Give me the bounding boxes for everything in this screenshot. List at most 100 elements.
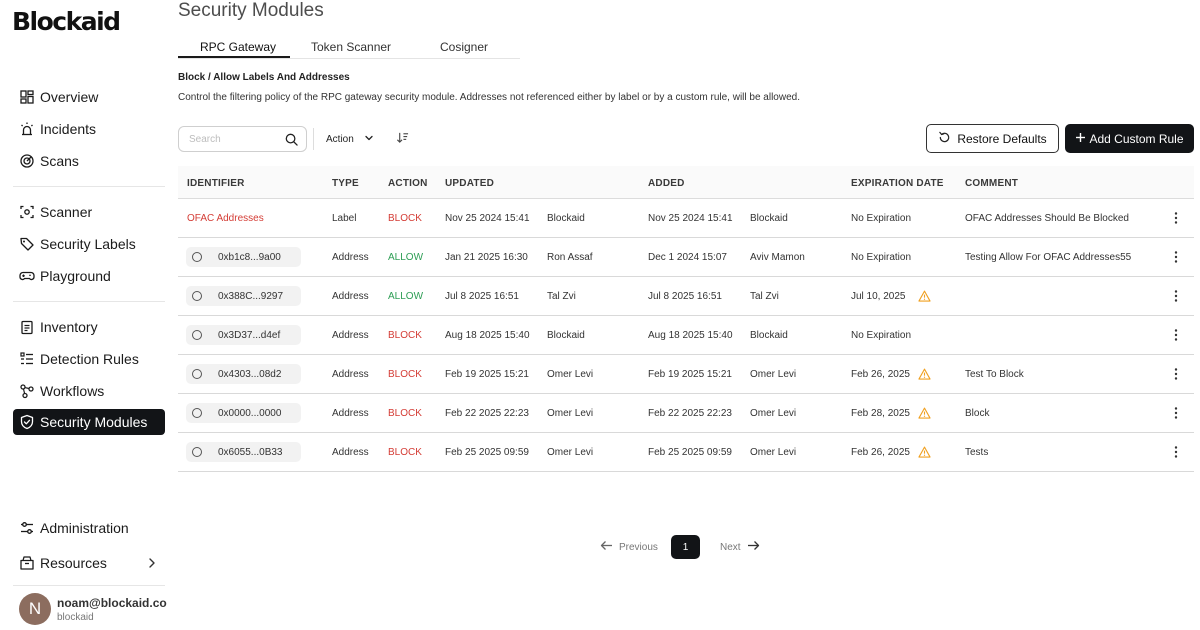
updated-by-cell: Omer Levi — [547, 408, 594, 419]
expiration-cell: No Expiration — [851, 252, 912, 263]
sidebar-item-scanner[interactable]: Scanner — [13, 199, 165, 225]
table-row: 0x4303...08d2 Address BLOCK Feb 19 2025 … — [178, 355, 1194, 394]
sidebar: Blockaid Overview Incidents Scans Scanne… — [0, 0, 178, 630]
type-cell: Address — [332, 252, 369, 263]
action-filter-dropdown[interactable]: Action — [326, 130, 374, 148]
address-chip[interactable]: 0x388C...9297 — [186, 286, 301, 306]
alarm-icon — [19, 121, 35, 137]
address-status-icon — [192, 369, 202, 379]
tab-cosigner[interactable]: Cosigner — [440, 40, 488, 54]
sidebar-item-resources[interactable]: Resources — [13, 550, 165, 576]
sliders-icon — [19, 520, 35, 536]
column-header-action[interactable]: ACTION — [388, 178, 428, 189]
address-chip[interactable]: 0x0000...0000 — [186, 403, 301, 423]
updated-date-cell: Nov 25 2024 15:41 — [445, 213, 530, 224]
address-identifier: 0x4303...08d2 — [218, 368, 282, 380]
type-cell: Address — [332, 330, 369, 341]
rules-icon — [19, 351, 35, 367]
column-header-comment[interactable]: COMMENT — [965, 178, 1018, 189]
next-page-button[interactable]: Next — [720, 540, 760, 554]
column-header-identifier[interactable]: IDENTIFIER — [187, 178, 245, 189]
sidebar-divider — [13, 585, 165, 586]
address-status-icon — [192, 252, 202, 262]
sidebar-item-label: Workflows — [40, 383, 105, 399]
sidebar-item-detection-rules[interactable]: Detection Rules — [13, 346, 165, 372]
sidebar-item-label: Resources — [40, 555, 107, 571]
sidebar-item-overview[interactable]: Overview — [13, 84, 165, 110]
sidebar-item-scans[interactable]: Scans — [13, 148, 165, 174]
blockaid-logo[interactable]: Blockaid — [12, 8, 121, 36]
more-options-icon[interactable] — [1174, 367, 1178, 386]
sidebar-item-workflows[interactable]: Workflows — [13, 378, 165, 404]
sidebar-item-security-modules[interactable]: Security Modules — [13, 409, 165, 435]
search-icon[interactable] — [285, 133, 298, 151]
more-options-icon[interactable] — [1174, 289, 1178, 308]
user-org: blockaid — [57, 611, 94, 623]
address-identifier: 0x388C...9297 — [218, 290, 284, 302]
more-options-icon[interactable] — [1174, 445, 1178, 464]
updated-date-cell: Jan 21 2025 16:30 — [445, 252, 528, 263]
sort-icon[interactable] — [396, 131, 409, 149]
package-icon — [19, 555, 35, 571]
more-options-icon[interactable] — [1174, 328, 1178, 347]
add-custom-rule-button[interactable]: Add Custom Rule — [1065, 124, 1194, 153]
address-chip[interactable]: 0x4303...08d2 — [186, 364, 301, 384]
action-cell: BLOCK — [388, 330, 422, 341]
address-chip[interactable]: 0x3D37...d4ef — [186, 325, 301, 345]
sidebar-item-label: Scans — [40, 153, 79, 169]
restore-defaults-label: Restore Defaults — [957, 131, 1047, 146]
previous-page-button[interactable]: Previous — [600, 540, 658, 554]
action-cell: BLOCK — [388, 369, 422, 380]
search-input[interactable] — [189, 133, 281, 145]
updated-by-cell: Tal Zvi — [547, 291, 576, 302]
page-title: Security Modules — [178, 0, 324, 21]
added-by-cell: Omer Levi — [750, 369, 797, 380]
column-header-expiration-date[interactable]: EXPIRATION DATE — [851, 178, 944, 189]
chevron-right-icon — [147, 557, 157, 569]
address-status-icon — [192, 291, 202, 301]
added-date-cell: Jul 8 2025 16:51 — [648, 291, 722, 302]
type-cell: Label — [332, 213, 357, 224]
radar-icon — [19, 153, 35, 169]
identifier-label-link[interactable]: OFAC Addresses — [187, 213, 264, 224]
address-identifier: 0xb1c8...9a00 — [218, 251, 281, 263]
clipboard-icon — [19, 319, 35, 335]
tab-rpc-gateway[interactable]: RPC Gateway — [200, 40, 276, 54]
sidebar-item-incidents[interactable]: Incidents — [13, 116, 165, 142]
comment-cell: Test To Block — [965, 369, 1024, 380]
user-email: noam@blockaid.co — [57, 595, 167, 610]
sidebar-item-label: Detection Rules — [40, 351, 139, 367]
sidebar-item-administration[interactable]: Administration — [13, 515, 165, 541]
column-header-updated[interactable]: UPDATED — [445, 178, 494, 189]
restore-icon — [938, 131, 951, 147]
address-chip[interactable]: 0x6055...0B33 — [186, 442, 301, 462]
type-cell: Address — [332, 408, 369, 419]
expiration-cell: No Expiration — [851, 213, 912, 224]
more-options-icon[interactable] — [1174, 250, 1178, 269]
previous-label: Previous — [619, 541, 658, 553]
added-by-cell: Blockaid — [750, 213, 788, 224]
page-number-current[interactable]: 1 — [671, 535, 700, 559]
restore-defaults-button[interactable]: Restore Defaults — [926, 124, 1059, 153]
updated-date-cell: Feb 22 2025 22:23 — [445, 408, 529, 419]
workflow-icon — [19, 383, 35, 399]
more-options-icon[interactable] — [1174, 406, 1178, 425]
added-date-cell: Feb 22 2025 22:23 — [648, 408, 732, 419]
table-row: 0x6055...0B33 Address BLOCK Feb 25 2025 … — [178, 433, 1194, 472]
tab-token-scanner[interactable]: Token Scanner — [311, 40, 391, 54]
user-info: noam@blockaid.co blockaid — [57, 596, 167, 623]
column-header-type[interactable]: TYPE — [332, 178, 359, 189]
user-profile[interactable]: N noam@blockaid.co blockaid — [19, 593, 167, 625]
sidebar-item-security-labels[interactable]: Security Labels — [13, 231, 165, 257]
warning-icon — [918, 289, 931, 307]
sidebar-item-playground[interactable]: Playground — [13, 263, 165, 289]
comment-cell: OFAC Addresses Should Be Blocked — [965, 213, 1129, 224]
search-box[interactable] — [178, 126, 307, 152]
avatar[interactable]: N — [19, 593, 51, 625]
next-label: Next — [720, 541, 741, 553]
address-chip[interactable]: 0xb1c8...9a00 — [186, 247, 301, 267]
toolbar-divider — [313, 128, 314, 150]
more-options-icon[interactable] — [1174, 211, 1178, 230]
column-header-added[interactable]: ADDED — [648, 178, 685, 189]
sidebar-item-inventory[interactable]: Inventory — [13, 314, 165, 340]
